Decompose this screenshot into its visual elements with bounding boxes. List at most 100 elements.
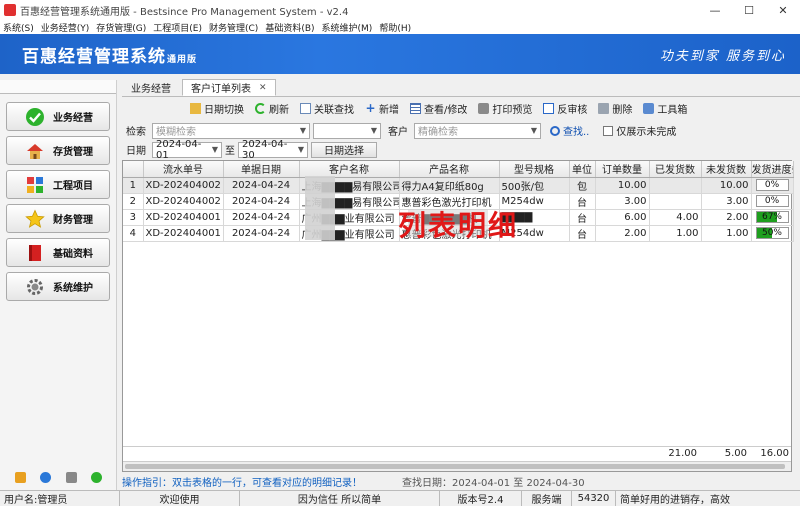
refresh-icon [255,102,266,114]
incomplete-only-checkbox[interactable]: 仅展示未完成 [603,123,676,138]
column-header-spec[interactable]: 型号规格 [499,161,570,178]
toolbox-icon [643,102,655,114]
cell-unit: 台 [569,193,596,210]
scrollbar-thumb[interactable] [125,464,785,469]
grid-icon [410,102,421,114]
printer-icon [478,102,490,114]
chevron-down-icon: ▼ [370,126,377,135]
cell-unshipped: 1.00 [701,225,752,242]
find-button[interactable]: 查找.. [550,123,589,138]
sidebar-item-basic-data[interactable]: 基础资料 [6,238,110,267]
customer-placeholder: 精确检索 [418,127,458,138]
column-header-product[interactable]: 产品名称 [399,161,500,178]
total-unshipped: 16.00 [760,448,789,459]
search-placeholder: 模糊检索 [156,127,196,138]
table-header: 流水单号 单据日期 客户名称 产品名称 型号规格 单位 订单数量 已发货数 未发… [123,161,794,178]
sidebar-item-maintenance[interactable]: 系统维护 [6,272,110,301]
cell-serial: XD-202404002 [143,177,224,194]
app-banner: 百惠经营管理系统通用版 功夫到家 服务到心 [0,34,800,74]
column-header-unit[interactable]: 单位 [569,161,596,178]
column-header-qty[interactable]: 订单数量 [595,161,650,178]
maximize-icon[interactable]: ☐ [732,0,766,20]
progress-text: 0% [764,180,780,190]
operation-guide: 操作指引：双击表格的一行，可查看对应的明细记录！ [122,478,362,489]
banner-slogan: 功夫到家 服务到心 [659,48,786,64]
tab-business[interactable]: 业务经营 [122,79,180,96]
menu-help[interactable]: 帮助(H) [379,21,411,34]
check-icon [25,107,45,127]
note-icon[interactable] [15,471,27,483]
tab-label: 业务经营 [131,84,171,95]
unapprove-button[interactable]: 反审核 [543,101,587,116]
menu-maintenance[interactable]: 系统维护(M) [322,21,373,34]
total-shipped: 5.00 [724,448,747,459]
toolbox-label: 工具箱 [657,104,688,116]
add-button[interactable]: + 新增 [365,101,399,116]
customer-combo[interactable]: 精确检索 ▼ [414,122,541,139]
checkbox-box[interactable] [603,125,614,136]
column-header-shipped[interactable]: 已发货数 [649,161,702,178]
tab-customer-orders[interactable]: 客户订单列表 ✕ [182,79,276,96]
toolbox-button[interactable]: 工具箱 [643,101,687,116]
sidebar-footer [0,464,117,490]
refresh-button[interactable]: 刷新 [255,101,289,116]
brand-title: 百惠经营管理系统通用版 [22,42,197,67]
progress-bar: 0% [755,195,789,207]
close-icon[interactable]: ✕ [766,0,800,20]
menu-basic-data[interactable]: 基础资料(B) [265,21,314,34]
column-header-index[interactable] [123,161,144,178]
print-preview-button[interactable]: 打印预览 [478,101,532,116]
menu-finance[interactable]: 财务管理(C) [209,21,258,34]
menu-project[interactable]: 工程项目(E) [153,21,202,34]
sidebar-item-label: 存货管理 [53,147,93,158]
delete-button[interactable]: 删除 [598,101,632,116]
to-label: 至 [225,146,235,157]
date-select-button[interactable]: 日期选择 [311,141,377,158]
cell-date: 2024-04-24 [223,225,300,242]
minimize-icon[interactable]: — [698,0,732,20]
column-header-customer[interactable]: 客户名称 [299,161,400,178]
chevron-down-icon: ▼ [530,126,537,135]
close-tab-icon[interactable]: ✕ [259,83,267,93]
incomplete-only-label: 仅展示未完成 [616,127,677,138]
status-tagline: 简单好用的进销存，高效 [620,495,730,506]
search-field-combo[interactable]: ▼ [313,122,381,139]
table-row[interactable]: 1 XD-202404002 2024-04-24 上海▇▇▇▇易有限公司 得力… [123,177,794,194]
calculator-icon[interactable] [65,471,77,483]
menu-inventory[interactable]: 存货管理(G) [96,21,146,34]
column-header-unshipped[interactable]: 未发货数 [701,161,752,178]
sidebar-item-business[interactable]: 业务经营 [6,102,110,131]
linked-search-button[interactable]: 关联查找 [300,101,354,116]
add-label: 新增 [379,104,399,116]
column-header-serial[interactable]: 流水单号 [143,161,224,178]
date-from-picker[interactable]: 2024-04-01 ▼ [152,139,222,161]
brand-name: 百惠经营管理系统 [22,46,166,67]
horizontal-scrollbar[interactable] [123,461,791,471]
window-title: 百惠经营管理系统通用版 - Bestsince Pro Management S… [20,6,349,18]
cell-progress: 50% [751,225,794,242]
toolbar: 日期切换 刷新 关联查找 + 新增 查看/修改 打印预览 反审核 删除 工具箱 [190,100,698,116]
row-index: 2 [123,193,144,210]
progress-text: 50% [761,228,782,238]
customer-label: 客户 [388,127,408,138]
form-icon [543,102,555,114]
cell-progress: 0% [751,193,794,210]
cell-shipped [649,177,702,194]
search-combo[interactable]: 模糊检索 ▼ [152,122,310,139]
sidebar-item-inventory[interactable]: 存货管理 [6,136,110,165]
column-header-date[interactable]: 单据日期 [223,161,300,178]
cell-date: 2024-04-24 [223,177,300,194]
sidebar: 业务经营 存货管理 工程项目 财务管理 基础资料 系统维护 [0,80,117,490]
help-icon[interactable] [40,471,52,483]
menu-business[interactable]: 业务经营(Y) [41,21,90,34]
date-switch-button[interactable]: 日期切换 [190,101,244,116]
view-edit-button[interactable]: 查看/修改 [410,101,467,116]
cell-unit: 台 [569,209,596,226]
sidebar-item-project[interactable]: 工程项目 [6,170,110,199]
sidebar-item-finance[interactable]: 财务管理 [6,204,110,233]
column-header-progress[interactable]: 发货进度条 [751,161,794,178]
menu-system[interactable]: 系统(S) [3,21,34,34]
cell-date: 2024-04-24 [223,193,300,210]
date-to-picker[interactable]: 2024-04-30 ▼ [238,139,308,161]
info-icon[interactable] [90,471,102,483]
